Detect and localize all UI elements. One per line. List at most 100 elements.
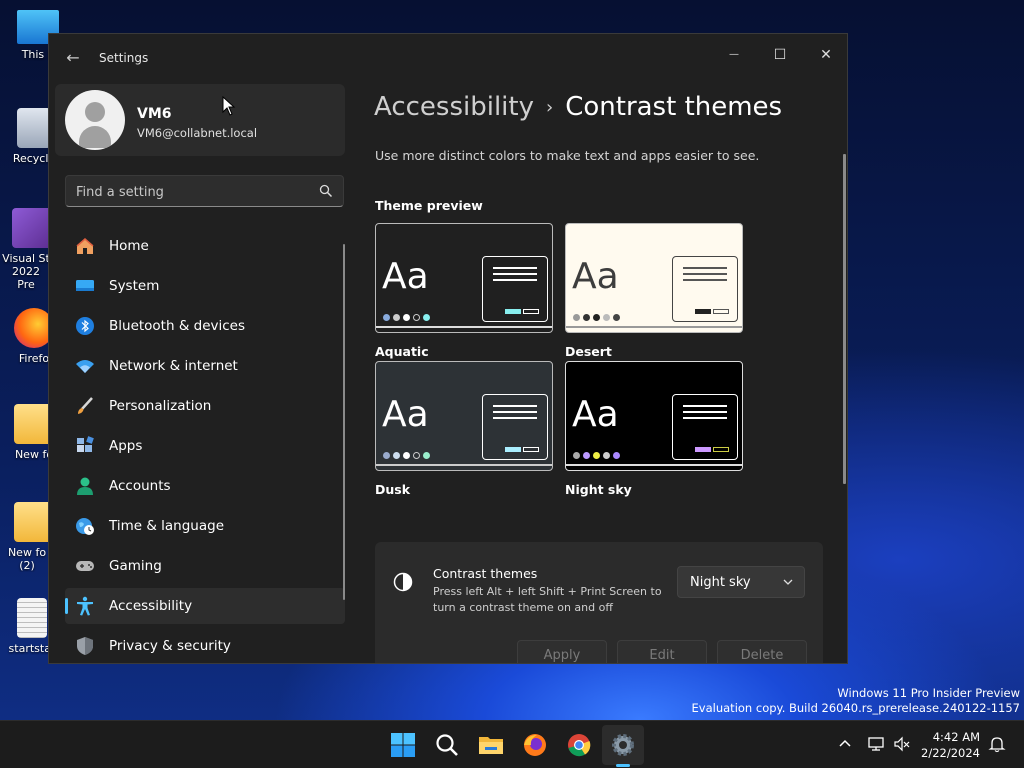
nav-item-label: Bluetooth & devices xyxy=(109,318,246,334)
chevron-up-icon[interactable] xyxy=(836,735,854,753)
clock-time: 4:42 AM xyxy=(932,730,980,744)
preview-button xyxy=(505,309,521,314)
home-icon xyxy=(76,238,94,254)
settings-gear-icon[interactable] xyxy=(609,731,637,759)
search-icon[interactable] xyxy=(433,731,461,759)
gamepad-icon xyxy=(76,561,94,571)
swatch xyxy=(583,314,590,321)
accessibility-icon xyxy=(77,596,93,616)
theme-sample-text: Aa xyxy=(572,394,619,435)
nav-list: Home System Bluetooth & devices Network … xyxy=(65,228,345,663)
taskbar: 4:42 AM 2/22/2024 xyxy=(0,720,1024,768)
title-bar[interactable]: ← Settings — ☐ ✕ xyxy=(49,34,847,82)
swatch xyxy=(573,314,580,321)
volume-muted-icon[interactable] xyxy=(893,735,911,753)
active-app-indicator xyxy=(616,764,630,767)
content-scrollbar[interactable] xyxy=(843,154,846,484)
nav-item-personalization[interactable]: Personalization xyxy=(65,388,345,424)
theme-card-night-sky[interactable]: Aa xyxy=(565,361,743,471)
nav-item-label: Network & internet xyxy=(109,358,238,374)
chevron-down-icon xyxy=(783,579,793,585)
nav-item-label: Accounts xyxy=(109,478,171,494)
shield-icon xyxy=(77,637,93,655)
swatch xyxy=(603,314,610,321)
nav-item-time-language[interactable]: Time & language xyxy=(65,508,345,544)
settings-window: ← Settings — ☐ ✕ VM6 VM6@collabnet.local… xyxy=(48,33,848,664)
search-icon[interactable] xyxy=(319,184,333,198)
user-profile-card[interactable]: VM6 VM6@collabnet.local xyxy=(55,84,345,156)
chrome-icon[interactable] xyxy=(565,731,593,759)
apply-button[interactable]: Apply xyxy=(517,640,607,663)
nav-scrollbar[interactable] xyxy=(343,244,345,600)
preview-line xyxy=(493,411,537,413)
back-button[interactable]: ← xyxy=(61,48,85,68)
theme-dropdown[interactable]: Night sky xyxy=(677,566,805,598)
breadcrumb: Accessibility › Contrast themes xyxy=(374,92,782,122)
preview-taskbar xyxy=(566,326,742,328)
search-input[interactable] xyxy=(76,182,306,202)
start-windows-icon[interactable] xyxy=(389,731,417,759)
network-icon[interactable] xyxy=(867,735,885,753)
system-icon xyxy=(76,280,94,291)
preview-line xyxy=(683,279,727,281)
nav-item-privacy-security[interactable]: Privacy & security xyxy=(65,628,345,663)
preview-line xyxy=(493,405,537,407)
file-explorer-icon[interactable] xyxy=(477,731,505,759)
edit-button[interactable]: Edit xyxy=(617,640,707,663)
swatch xyxy=(383,452,390,459)
nav-item-network[interactable]: Network & internet xyxy=(65,348,345,384)
nav-item-system[interactable]: System xyxy=(65,268,345,304)
theme-sample-text: Aa xyxy=(382,394,429,435)
theme-preview-heading: Theme preview xyxy=(375,198,483,213)
theme-sample-text: Aa xyxy=(572,256,619,297)
system-clock[interactable]: 4:42 AM 2/22/2024 xyxy=(920,729,980,761)
close-button[interactable]: ✕ xyxy=(803,40,847,70)
nav-item-accessibility[interactable]: Accessibility xyxy=(65,588,345,624)
swatch xyxy=(593,314,600,321)
setting-description: Press left Alt + left Shift + Print Scre… xyxy=(433,585,662,614)
swatch xyxy=(593,452,600,459)
preview-line xyxy=(683,405,727,407)
preview-button xyxy=(523,447,539,452)
globe-icon xyxy=(76,518,94,535)
window-preview xyxy=(672,394,738,460)
window-preview xyxy=(482,256,548,322)
nav-item-label: Gaming xyxy=(109,558,162,574)
desktop-icon-label: New fo (2) xyxy=(7,546,47,572)
notification-bell-icon[interactable] xyxy=(988,735,1006,753)
nav-item-label: System xyxy=(109,278,160,294)
preview-line xyxy=(683,417,727,419)
nav-item-accounts[interactable]: Accounts xyxy=(65,468,345,504)
nav-item-bluetooth[interactable]: Bluetooth & devices xyxy=(65,308,345,344)
nav-item-label: Personalization xyxy=(109,398,212,414)
swatch xyxy=(573,452,580,459)
search-box[interactable] xyxy=(65,175,344,207)
nav-item-apps[interactable]: Apps xyxy=(65,428,345,464)
apps-icon xyxy=(77,436,94,452)
minimize-button[interactable]: — xyxy=(711,40,757,70)
theme-card-desert[interactable]: Aa xyxy=(565,223,743,333)
swatch xyxy=(423,452,430,459)
nav-item-home[interactable]: Home xyxy=(65,228,345,264)
theme-card-aquatic[interactable]: Aa xyxy=(375,223,553,333)
swatch xyxy=(583,452,590,459)
theme-card-dusk[interactable]: Aa xyxy=(375,361,553,471)
accounts-icon xyxy=(77,477,93,495)
brush-icon xyxy=(78,397,93,414)
nav-item-label: Home xyxy=(109,238,149,254)
delete-button[interactable]: Delete xyxy=(717,640,807,663)
color-swatches xyxy=(383,306,433,321)
watermark-line: Evaluation copy. Build 26040.rs_prerelea… xyxy=(691,701,1020,715)
contrast-icon xyxy=(393,572,413,592)
maximize-button[interactable]: ☐ xyxy=(757,40,803,70)
theme-name: Dusk xyxy=(375,482,411,497)
swatch xyxy=(393,314,400,321)
firefox-icon[interactable] xyxy=(521,731,549,759)
evaluation-watermark: Windows 11 Pro Insider Preview Evaluatio… xyxy=(692,686,1020,716)
swatch xyxy=(603,452,610,459)
preview-button xyxy=(695,309,711,314)
preview-line xyxy=(683,411,727,413)
color-swatches xyxy=(573,444,623,459)
breadcrumb-parent[interactable]: Accessibility xyxy=(374,92,534,122)
nav-item-gaming[interactable]: Gaming xyxy=(65,548,345,584)
